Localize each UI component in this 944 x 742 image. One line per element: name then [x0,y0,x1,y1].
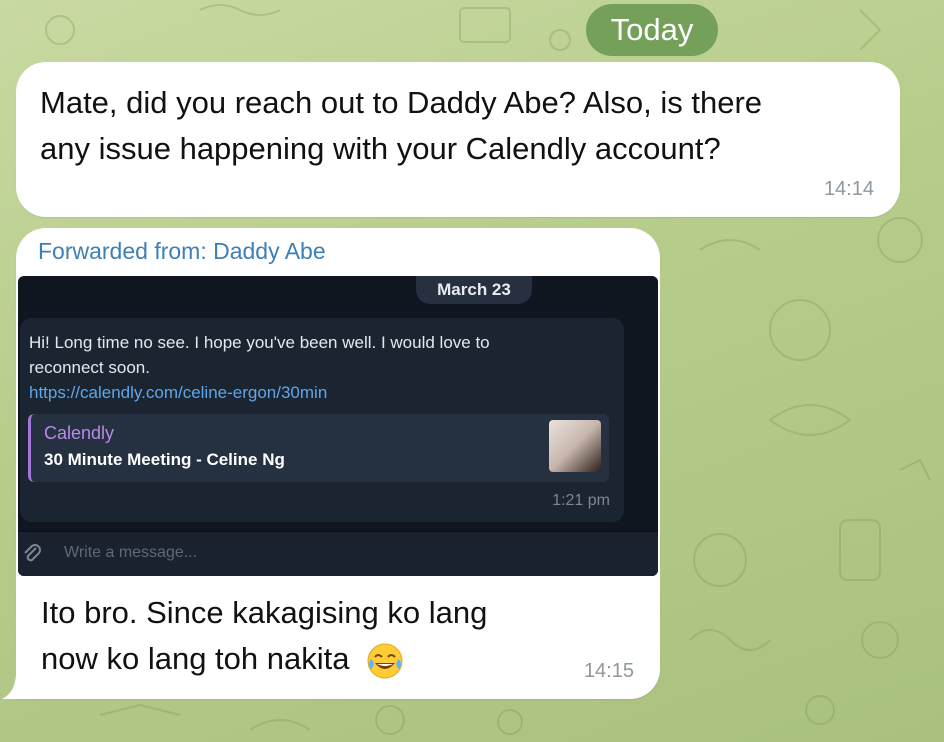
screenshot-date-pill: March 23 [416,276,532,304]
screenshot-line-2: reconnect soon. [29,358,150,377]
forwarded-prefix: Forwarded from: [38,238,214,264]
screenshot-line-1: Hi! Long time no see. I hope you've been… [29,333,490,352]
link-preview-title: Calendly [44,423,115,443]
message-text: Mate, did you reach out to Daddy Abe? Al… [40,80,876,172]
screenshot-message-text: Hi! Long time no see. I hope you've been… [29,330,589,405]
forwarded-header: Forwarded from: Daddy Abe [38,238,326,265]
screenshot-composer: Write a message... [18,531,658,576]
reply-text: Ito bro. Since kakagising ko lang now ko… [41,590,601,682]
screenshot-link-preview-card: Calendly 30 Minute Meeting - Celine Ng [28,414,609,482]
message-timestamp: 14:14 [823,178,874,200]
message-line-1: Mate, did you reach out to Daddy Abe? Al… [40,85,763,120]
forwarded-screenshot-image[interactable]: March 23 Hi! Long time no see. I hope yo… [18,276,658,576]
reply-line-1: Ito bro. Since kakagising ko lang [41,595,488,630]
attachment-icon [24,544,41,562]
message-timestamp: 14:15 [583,660,634,682]
date-separator-today: Today [586,4,718,56]
reply-line-2-text: now ko lang toh nakita [41,641,350,676]
screenshot-calendly-link: https://calendly.com/celine-ergon/30min [29,383,328,402]
forwarded-sender-link[interactable]: Daddy Abe [213,238,326,264]
message-bubble-outgoing-question[interactable]: Mate, did you reach out to Daddy Abe? Al… [16,62,900,217]
screenshot-composer-placeholder: Write a message... [64,544,198,561]
message-line-2: any issue happening with your Calendly a… [40,131,721,166]
screenshot-message-time: 1:21 pm [552,492,610,509]
link-preview-subtitle: 30 Minute Meeting - Celine Ng [44,450,285,469]
reply-line-2: now ko lang toh nakita [41,636,601,682]
message-bubble-forwarded[interactable]: Forwarded from: Daddy Abe March 23 Hi! L… [16,228,660,699]
link-preview-avatar-image [549,420,601,472]
screenshot-message-bubble: Hi! Long time no see. I hope you've been… [20,318,624,522]
tears-of-joy-emoji-icon [367,643,403,679]
